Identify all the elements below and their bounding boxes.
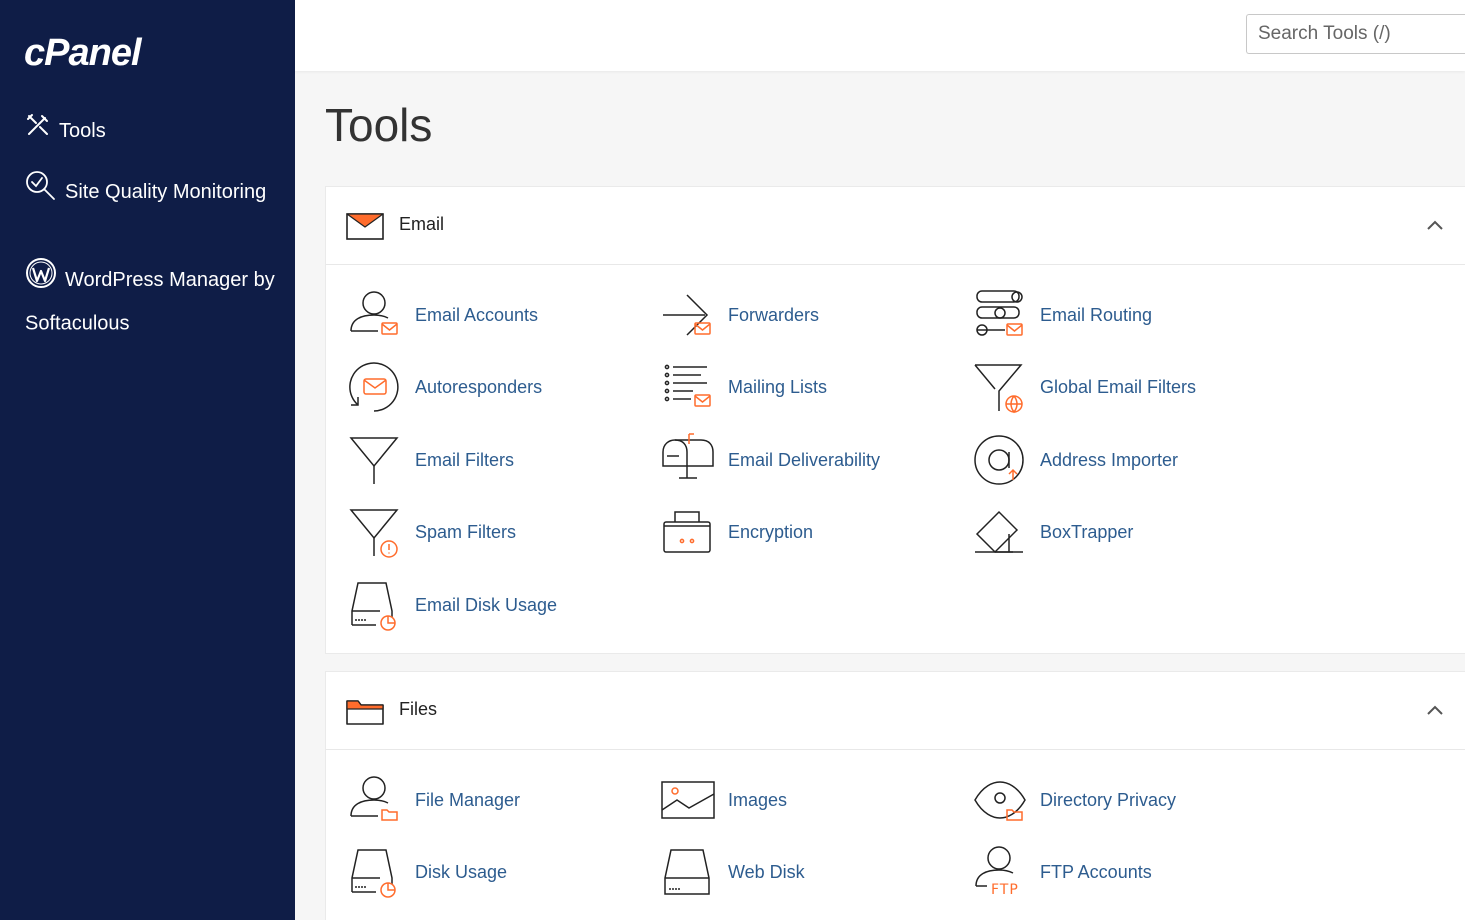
disk-chart-icon <box>351 849 396 898</box>
tool-label: Autoresponders <box>415 377 543 397</box>
tool-label: File Manager <box>415 790 521 810</box>
magnifier-check-icon <box>25 170 57 215</box>
sidebar-item-site-quality-monitoring[interactable]: Site Quality Monitoring <box>25 170 275 215</box>
list-mail-icon <box>664 364 711 407</box>
files-section: Files File Manager Images Directory Priv… <box>325 671 1465 920</box>
user-folder-icon <box>350 776 398 821</box>
chevron-up-icon[interactable] <box>1427 702 1443 720</box>
tool-label: BoxTrapper <box>1040 522 1134 542</box>
tools-icon <box>25 112 51 151</box>
funnel-warning-icon <box>349 509 399 558</box>
page-title: Tools <box>325 99 433 151</box>
drive-icon <box>664 849 710 895</box>
funnel-globe-icon <box>974 364 1023 414</box>
autoresponder-icon <box>349 362 399 412</box>
forward-arrow-icon <box>663 294 711 336</box>
tool-label: Directory Privacy <box>1040 790 1177 810</box>
tool-label: Address Importer <box>1040 450 1179 470</box>
at-sign-icon <box>974 435 1024 485</box>
envelope-icon <box>346 211 384 246</box>
tool-label: FTP Accounts <box>1040 862 1152 882</box>
email-section-header[interactable]: Email <box>326 187 1465 265</box>
tool-label: Email Routing <box>1040 305 1153 325</box>
tool-label: Email Filters <box>415 450 515 470</box>
section-title: Files <box>399 699 438 719</box>
tool-label: Mailing Lists <box>728 377 828 397</box>
eye-folder-icon <box>974 781 1026 821</box>
sidebar: cPanel Tools Site Quality Monitoring Wor… <box>0 0 295 920</box>
tool-label: Disk Usage <box>415 862 508 882</box>
wordpress-icon <box>25 257 57 303</box>
tool-label: Forwarders <box>728 305 820 325</box>
chevron-up-icon[interactable] <box>1427 217 1443 235</box>
folder-icon <box>346 696 384 731</box>
tool-label: Web Disk <box>728 862 805 882</box>
files-section-header[interactable]: Files <box>326 672 1465 750</box>
briefcase-lock-icon <box>663 511 711 553</box>
user-mail-icon <box>350 291 398 335</box>
tool-label: Spam Filters <box>415 522 517 542</box>
tool-label: Email Accounts <box>415 305 539 325</box>
tool-label: Email Disk Usage <box>415 595 558 615</box>
search-input[interactable] <box>1246 14 1465 54</box>
sidebar-item-label: Tools <box>59 120 106 142</box>
mailbox-icon <box>662 433 714 479</box>
routing-icon <box>976 290 1023 336</box>
funnel-icon <box>349 437 399 484</box>
sidebar-item-wordpress-manager[interactable]: WordPress Manager by Softaculous <box>25 257 285 344</box>
tool-label: Email Deliverability <box>728 450 881 470</box>
box-trap-icon <box>975 510 1023 554</box>
svg-text:FTP: FTP <box>991 882 1019 898</box>
logo-text: cPanel <box>24 32 142 74</box>
section-title: Email <box>399 214 445 234</box>
sidebar-item-label: WordPress Manager by Softaculous <box>25 269 275 335</box>
tool-label: Images <box>728 790 788 810</box>
email-section: Email Email Accounts Forwarders Email Ro… <box>325 186 1465 654</box>
sidebar-item-label: Site Quality Monitoring <box>65 181 267 203</box>
top-bar <box>295 0 1465 71</box>
cpanel-logo[interactable]: cPanel <box>24 32 142 75</box>
image-icon <box>661 781 715 819</box>
user-ftp-icon: FTP <box>975 846 1019 898</box>
sidebar-item-tools[interactable]: Tools <box>25 112 106 151</box>
disk-chart-icon <box>351 582 396 631</box>
tool-label: Global Email Filters <box>1040 377 1197 397</box>
tool-label: Encryption <box>728 522 814 542</box>
